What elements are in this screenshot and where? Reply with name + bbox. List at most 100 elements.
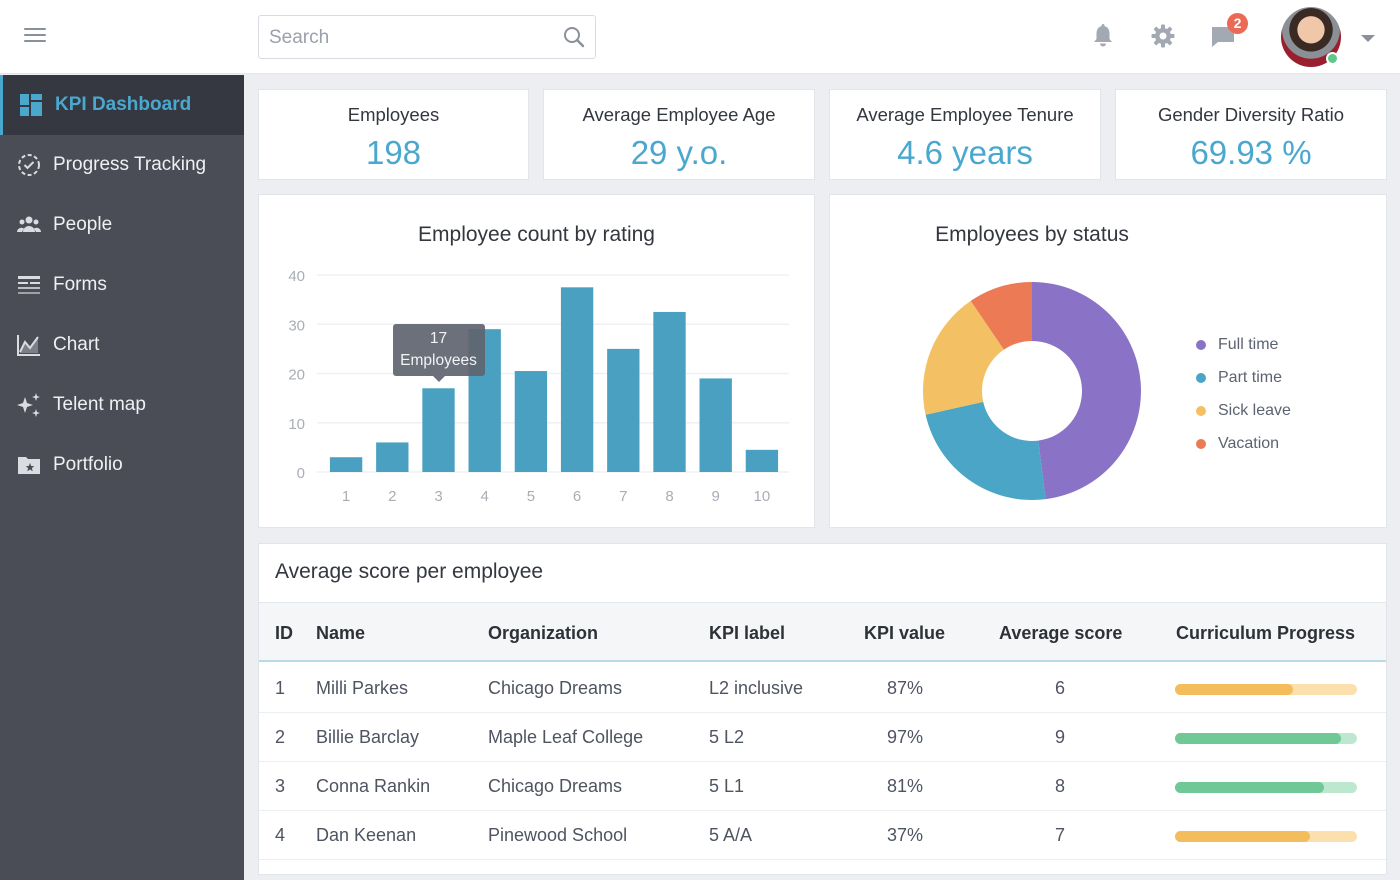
cell-organization: Pinewood School — [488, 825, 628, 845]
table-row[interactable]: 1 Milli Parkes Chicago Dreams L2 inclusive 8… — [259, 664, 1386, 713]
table-row[interactable]: 2 Billie Barclay Maple Leaf College 5 L2 97%… — [259, 713, 1386, 762]
y-tick-label: 40 — [288, 268, 305, 285]
y-tick-label: 10 — [288, 416, 305, 433]
curriculum-progress-bar — [1175, 782, 1357, 793]
bar-rating-2[interactable] — [376, 442, 409, 472]
cell-name: Billie Barclay — [316, 727, 420, 747]
cell-id: 4 — [275, 825, 286, 845]
donut-slice-part-time[interactable] — [925, 401, 1046, 500]
user-menu-caret-icon[interactable] — [1361, 35, 1375, 42]
donut-chart-card: Employees by status — [829, 194, 1387, 528]
sidebar-item-portfolio[interactable]: Portfolio — [0, 435, 244, 495]
x-tick-label: 3 — [434, 488, 442, 505]
column-header-id[interactable]: ID — [275, 623, 293, 644]
x-tick-label: 2 — [388, 488, 396, 505]
table-row[interactable]: 4 Dan Keenan Pinewood School 5 A/A 37% 7 — [259, 811, 1386, 860]
sidebar-item-label: Forms — [53, 274, 107, 295]
legend-item[interactable]: Full time — [1196, 328, 1291, 361]
column-header-organization[interactable]: Organization — [488, 623, 598, 644]
sidebar-item-progress-tracking[interactable]: Progress Tracking — [0, 135, 244, 195]
bar-rating-5[interactable] — [514, 371, 548, 472]
cell-kpi-value: 87% — [887, 678, 924, 698]
bell-icon[interactable] — [1089, 22, 1117, 50]
bar-rating-1[interactable] — [329, 457, 363, 472]
column-header-curriculum-progress[interactable]: Curriculum Progress — [1176, 623, 1355, 644]
cell-organization: Chicago Dreams — [488, 776, 623, 796]
online-status-indicator — [1326, 52, 1339, 65]
search-input[interactable] — [269, 24, 559, 52]
sidebar-item-telent-map[interactable]: Telent map — [0, 375, 244, 435]
bar-rating-8[interactable] — [653, 311, 686, 472]
search-icon[interactable] — [563, 26, 585, 48]
cell-organization: Maple Leaf College — [488, 727, 644, 747]
cell-id: 3 — [275, 776, 286, 796]
y-tick-label: 0 — [297, 465, 305, 482]
kpi-card-average-age: Average Employee Age 29 y.o. — [543, 89, 815, 180]
x-tick-label: 9 — [712, 488, 720, 505]
gear-icon[interactable] — [1149, 22, 1177, 50]
legend-dot-icon — [1196, 372, 1206, 383]
cell-average-score: 8 — [1055, 776, 1066, 796]
legend-item[interactable]: Part time — [1196, 361, 1291, 394]
search-box — [258, 15, 596, 59]
column-header-average-score[interactable]: Average score — [999, 623, 1122, 644]
legend-item[interactable]: Vacation — [1196, 427, 1291, 460]
legend-item[interactable]: Sick leave — [1196, 394, 1291, 427]
cell-kpi-value: 37% — [887, 825, 924, 845]
people-icon — [16, 212, 42, 238]
x-tick-label: 10 — [754, 488, 771, 505]
kpi-title: Employees — [347, 104, 440, 125]
bar-rating-3[interactable] — [422, 388, 455, 472]
table-title: Average score per employee — [275, 560, 544, 583]
legend-dot-icon — [1196, 438, 1206, 449]
cell-kpi-value: 97% — [887, 727, 924, 747]
sidebar-item-label: Progress Tracking — [53, 154, 207, 175]
sidebar-item-kpi-dashboard[interactable]: KPI Dashboard — [0, 75, 244, 135]
kpi-card-gender-diversity: Gender Diversity Ratio 69.93 % — [1115, 89, 1387, 180]
kpi-value: 198 — [365, 134, 422, 171]
curriculum-progress-bar — [1175, 831, 1357, 842]
table-header: ID Name Organization KPI label KPI value… — [259, 602, 1386, 662]
progress-fill — [1175, 831, 1310, 842]
column-header-kpi-label[interactable]: KPI label — [709, 623, 785, 644]
donut-slice-full-time[interactable] — [1032, 282, 1141, 500]
kpi-card-average-tenure: Average Employee Tenure 4.6 years — [829, 89, 1101, 180]
progress-fill — [1175, 684, 1294, 695]
bar-tooltip: 17 Employees — [392, 324, 485, 383]
y-tick-label: 20 — [288, 367, 305, 384]
top-bar: 2 — [0, 0, 1400, 74]
x-tick-label: 7 — [619, 488, 627, 505]
x-tick-label: 4 — [481, 488, 489, 505]
cell-organization: Chicago Dreams — [488, 678, 623, 698]
chat-notification-badge: 2 — [1227, 13, 1248, 34]
sidebar-item-label: Portfolio — [53, 454, 123, 475]
cell-kpi-label: 5 A/A — [709, 825, 753, 845]
column-header-name[interactable]: Name — [316, 623, 365, 644]
progress-fill — [1175, 782, 1325, 793]
sidebar-item-chart[interactable]: Chart — [0, 315, 244, 375]
x-tick-label: 1 — [342, 488, 350, 505]
bar-rating-7[interactable] — [607, 348, 640, 472]
sidebar-item-forms[interactable]: Forms — [0, 255, 244, 315]
sidebar-item-label: People — [53, 214, 113, 235]
bar-rating-10[interactable] — [745, 449, 779, 472]
kpi-value: 4.6 years — [897, 134, 1033, 171]
cell-kpi-label: 5 L2 — [709, 727, 745, 747]
menu-icon[interactable] — [24, 28, 46, 44]
bar-rating-9[interactable] — [699, 378, 732, 472]
x-tick-label: 6 — [573, 488, 581, 505]
column-header-kpi-value[interactable]: KPI value — [864, 623, 945, 644]
table-row[interactable]: 3 Conna Rankin Chicago Dreams 5 L1 81% 8 — [259, 762, 1386, 811]
cell-kpi-label: 5 L1 — [709, 776, 745, 796]
legend-label: Vacation — [1218, 434, 1280, 452]
bar-rating-6[interactable] — [560, 287, 594, 472]
kpi-value: 29 y.o. — [630, 134, 728, 171]
sidebar: KPI Dashboard Progress Tracking People F… — [0, 75, 244, 880]
kpi-title: Average Employee Age — [582, 104, 776, 125]
y-tick-label: 30 — [288, 317, 305, 334]
donut-legend: Full time Part time Sick leave Vacation — [1196, 328, 1291, 460]
curriculum-progress-bar — [1175, 684, 1357, 695]
sidebar-item-people[interactable]: People — [0, 195, 244, 255]
kpi-card-employees: Employees 198 — [258, 89, 529, 180]
x-tick-label: 5 — [527, 488, 535, 505]
